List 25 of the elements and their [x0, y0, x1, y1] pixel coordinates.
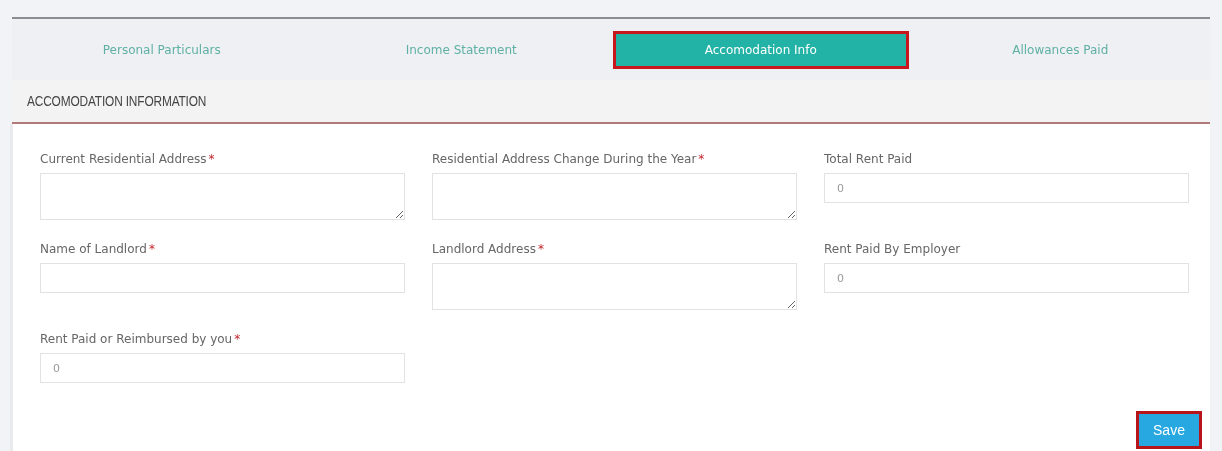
tab[interactable]: Income Statement: [313, 30, 610, 69]
tab[interactable]: Personal Particulars: [13, 30, 310, 69]
field-label: Rent Paid By Employer: [824, 242, 962, 256]
field-label: Total Rent Paid: [824, 152, 914, 166]
text-area[interactable]: [40, 173, 405, 220]
required-asterisk: *: [537, 242, 544, 256]
save-button[interactable]: Save: [1136, 411, 1202, 449]
input-field[interactable]: [40, 263, 405, 293]
required-asterisk: *: [234, 332, 241, 346]
tab[interactable]: Accomodation Info: [612, 30, 909, 69]
field-label: Landlord Address *: [432, 242, 545, 256]
input-field[interactable]: 0: [40, 353, 405, 383]
field-label: Rent Paid or Reimbursed by you *: [40, 332, 242, 346]
input-field[interactable]: 0: [824, 263, 1189, 293]
text-area[interactable]: [432, 263, 797, 310]
field-label: Current Residential Address *: [40, 152, 216, 166]
section-title: ACCOMODATION INFORMATION: [27, 93, 207, 109]
text-area[interactable]: [432, 173, 797, 220]
field-label: Name of Landlord *: [40, 242, 156, 256]
input-field[interactable]: 0: [824, 173, 1189, 203]
field-label: Residential Address Change During the Year *: [432, 152, 706, 166]
required-asterisk: *: [208, 152, 215, 166]
tab[interactable]: Allowances Paid: [912, 30, 1209, 69]
required-asterisk: *: [148, 242, 155, 256]
required-asterisk: *: [698, 152, 705, 166]
